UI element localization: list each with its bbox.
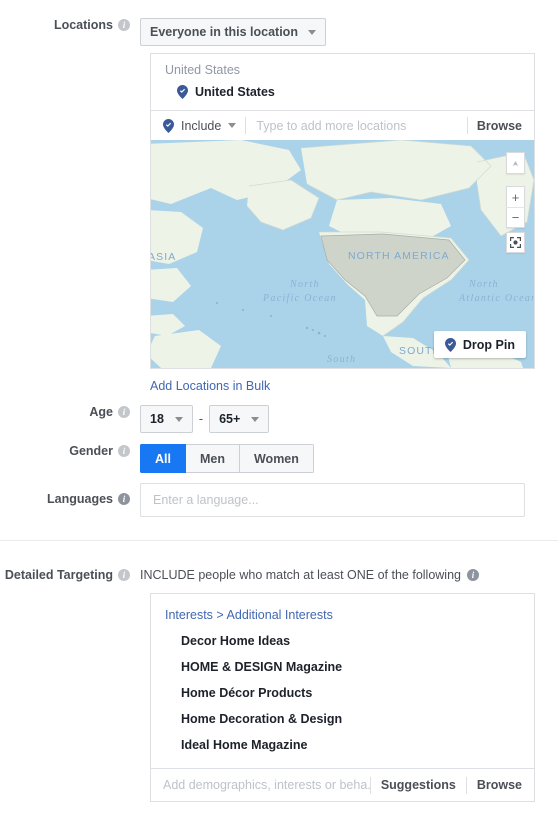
list-item[interactable]: Home Décor Products <box>151 680 534 706</box>
locations-panel: United States United States Include Brow… <box>150 53 535 369</box>
detailed-targeting-input-bar: Suggestions Browse <box>151 768 534 801</box>
location-scope-value: Everyone in this location <box>150 25 298 39</box>
gender-segmented-control: All Men Women <box>140 444 314 473</box>
info-icon[interactable]: i <box>118 19 130 31</box>
map-zoom-controls: + − <box>506 186 525 228</box>
info-icon[interactable]: i <box>118 445 130 457</box>
location-browse-button[interactable]: Browse <box>468 119 522 133</box>
map-zoom-out-button[interactable]: − <box>506 207 525 227</box>
detailed-targeting-caption: INCLUDE people who match at least ONE of… <box>140 568 461 582</box>
breadcrumb-separator: > <box>216 608 224 622</box>
selected-location-item[interactable]: United States <box>151 81 534 110</box>
gender-label: Gender <box>69 444 113 458</box>
drop-pin-label: Drop Pin <box>462 337 515 352</box>
age-label-col: Age i <box>0 405 140 419</box>
location-input-bar: Include Browse <box>151 110 534 140</box>
gender-label-col: Gender i <box>0 444 140 458</box>
age-max-select[interactable]: 65+ <box>209 405 270 433</box>
info-icon[interactable]: i <box>118 406 130 418</box>
gender-row: Gender i All Men Women <box>0 444 558 473</box>
interests-list: Decor Home Ideas HOME & DESIGN Magazine … <box>151 622 534 768</box>
breadcrumb-root[interactable]: Interests <box>165 608 213 622</box>
detailed-targeting-browse-button[interactable]: Browse <box>467 778 522 792</box>
chevron-down-icon <box>251 416 260 422</box>
locations-scope-wrap: Everyone in this location <box>140 18 326 46</box>
list-item[interactable]: Ideal Home Magazine <box>151 732 534 758</box>
location-mode-select[interactable]: Include <box>163 118 245 133</box>
selected-location-name: United States <box>195 85 275 99</box>
location-mode-value: Include <box>181 118 222 133</box>
languages-input[interactable] <box>140 483 525 517</box>
list-item[interactable]: Decor Home Ideas <box>151 628 534 654</box>
add-locations-in-bulk-link[interactable]: Add Locations in Bulk <box>150 379 270 393</box>
breadcrumb-child[interactable]: Additional Interests <box>227 608 333 622</box>
age-row: Age i 18 - 65+ <box>0 405 558 433</box>
languages-row: Languages i <box>0 483 558 517</box>
age-label: Age <box>89 405 113 419</box>
detailed-targeting-label: Detailed Targeting <box>4 568 113 582</box>
map-fit-bounds-button[interactable] <box>506 232 525 253</box>
locations-label: Locations <box>53 18 113 32</box>
fit-to-bounds-icon <box>510 237 521 248</box>
map-pin-icon <box>163 118 174 133</box>
languages-label: Languages <box>47 492 113 506</box>
drop-pin-button[interactable]: Drop Pin <box>433 331 526 358</box>
map-zoom-in-button[interactable]: + <box>506 187 525 207</box>
audience-targeting-form: Locations i Everyone in this location Un… <box>0 0 558 815</box>
gender-option-men[interactable]: Men <box>185 444 240 473</box>
age-min-select[interactable]: 18 <box>140 405 193 433</box>
chevron-down-icon <box>174 416 183 422</box>
detailed-targeting-typeahead-input[interactable] <box>163 778 370 792</box>
compass-north-icon <box>512 160 519 166</box>
info-icon[interactable]: i <box>467 569 479 581</box>
detailed-targeting-panel: Interests > Additional Interests Decor H… <box>150 593 535 802</box>
age-min-value: 18 <box>150 412 164 426</box>
detailed-targeting-label-col: Detailed Targeting i <box>0 568 140 582</box>
age-max-value: 65+ <box>219 412 241 426</box>
age-range-group: 18 - 65+ <box>140 405 270 433</box>
locations-label-col: Locations i <box>0 18 140 32</box>
info-icon[interactable]: i <box>118 569 130 581</box>
list-item[interactable]: HOME & DESIGN Magazine <box>151 654 534 680</box>
map-pin-icon <box>444 337 456 352</box>
info-icon[interactable]: i <box>118 493 130 505</box>
gender-option-women[interactable]: Women <box>239 444 314 473</box>
languages-label-col: Languages i <box>0 483 140 506</box>
gender-option-all[interactable]: All <box>140 444 186 473</box>
age-range-separator: - <box>198 412 204 426</box>
detailed-targeting-row: Detailed Targeting i INCLUDE people who … <box>0 568 558 582</box>
detailed-targeting-caption-wrap: INCLUDE people who match at least ONE of… <box>140 568 479 582</box>
location-scope-select[interactable]: Everyone in this location <box>140 18 326 46</box>
map-pin-icon <box>177 85 188 99</box>
location-typeahead-input[interactable] <box>246 118 467 133</box>
breadcrumb: Interests > Additional Interests <box>151 594 534 622</box>
map-compass-button[interactable] <box>506 152 525 174</box>
section-divider <box>0 540 558 541</box>
locations-row: Locations i Everyone in this location <box>0 18 558 46</box>
suggestions-button[interactable]: Suggestions <box>371 778 466 792</box>
location-group-header: United States <box>165 63 241 77</box>
list-item[interactable]: Home Decoration & Design <box>151 706 534 732</box>
chevron-down-icon <box>228 123 237 128</box>
location-map[interactable]: ASIA NORTH AMERICA North Pacific Ocean N… <box>151 140 534 368</box>
chevron-down-icon <box>307 29 316 35</box>
